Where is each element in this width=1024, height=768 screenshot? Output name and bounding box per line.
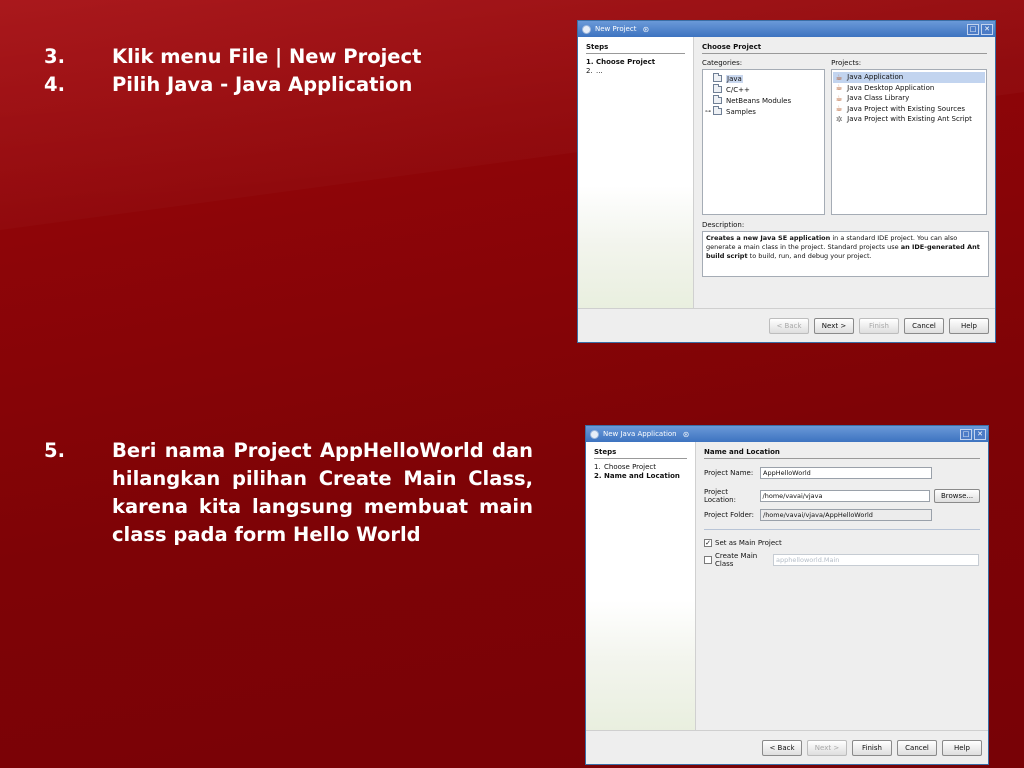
back-button[interactable]: < Back [762, 739, 802, 756]
projects-label: Projects: [831, 59, 862, 67]
project-item-java-desktop[interactable]: ☕ Java Desktop Application [833, 83, 985, 94]
expand-icon[interactable]: ⊶ [705, 108, 713, 115]
project-location-input[interactable]: /home/vavai/vjava [759, 490, 931, 502]
categories-label: Categories: [702, 59, 743, 67]
folder-icon [713, 106, 722, 115]
bullet-text: Klik menu File | New Project [112, 45, 422, 68]
browse-button[interactable]: Browse... [934, 489, 981, 503]
project-location-row: Project Location: /home/vavai/vjava Brow… [704, 488, 981, 504]
app-icon [582, 24, 591, 34]
create-main-class-checkbox[interactable] [704, 556, 712, 564]
project-name-row: Project Name: AppHelloWorld [704, 467, 980, 479]
dialog-footer: < Back Next > Finish Cancel Help [586, 730, 988, 764]
dialog-titlebar: New Project ⊛ □ ✕ [578, 21, 995, 37]
pin-icon[interactable]: ⊛ [642, 25, 649, 34]
step-item: 2. Name and Location [594, 472, 680, 480]
finish-button[interactable]: Finish [852, 739, 892, 756]
project-item-class-library[interactable]: ☕ Java Class Library [833, 93, 985, 104]
folder-icon [713, 84, 722, 93]
project-folder-label: Project Folder: [704, 511, 755, 519]
steps-panel: Steps 1. Choose Project 2. Name and Loca… [586, 442, 696, 730]
java-cup-icon: ☕ [835, 72, 843, 82]
java-cup-icon: ☕ [835, 104, 843, 114]
categories-tree[interactable]: Java C/C++ NetBeans Modules ⊶ Samples [702, 69, 826, 215]
help-button[interactable]: Help [942, 739, 982, 756]
create-main-class-row: Create Main Class apphelloworld.Main [704, 552, 980, 568]
cancel-button[interactable]: Cancel [897, 739, 937, 756]
panel-title: Name and Location [704, 448, 980, 459]
cancel-button[interactable]: Cancel [904, 317, 944, 334]
bullet-item-3: 3. Klik menu File | New Project [44, 43, 421, 71]
bullet-item-4: 4. Pilih Java - Java Application [44, 71, 421, 99]
dialog-title: New Project [595, 25, 637, 33]
project-item-existing-ant[interactable]: ✲ Java Project with Existing Ant Script [833, 114, 985, 125]
dialog-titlebar: New Java Application ⊛ □ ✕ [586, 426, 988, 442]
dialog-footer: < Back Next > Finish Cancel Help [578, 308, 995, 342]
project-folder-field: /home/vavai/vjava/AppHelloWorld [760, 509, 932, 521]
bullet-text: Beri nama Project AppHelloWorld dan hila… [112, 439, 533, 546]
steps-header: Steps [594, 448, 687, 459]
java-cup-icon: ☕ [835, 93, 843, 103]
gear-icon: ✲ [835, 114, 843, 124]
panel-title: Choose Project [702, 43, 987, 54]
dialog-title: New Java Application [603, 430, 677, 438]
project-name-label: Project Name: [704, 469, 754, 477]
tree-item-cpp[interactable]: C/C++ [705, 84, 822, 95]
project-item-existing-sources[interactable]: ☕ Java Project with Existing Sources [833, 104, 985, 115]
bullet-number: 4. [44, 73, 65, 96]
project-folder-row: Project Folder: /home/vavai/vjava/AppHel… [704, 509, 980, 521]
main-class-input: apphelloworld.Main [773, 554, 979, 566]
project-item-java-application[interactable]: ☕ Java Application [833, 72, 985, 83]
back-button[interactable]: < Back [769, 317, 809, 334]
next-button[interactable]: Next > [814, 317, 854, 334]
set-main-project-row: ✓ Set as Main Project [704, 539, 980, 547]
projects-list[interactable]: ☕ Java Application ☕ Java Desktop Applicat… [831, 69, 987, 215]
description-label: Description: [702, 221, 745, 229]
set-main-project-label: Set as Main Project [715, 539, 782, 547]
new-project-dialog: New Project ⊛ □ ✕ Steps 1. Choose Projec… [577, 20, 996, 343]
step-item: 1. Choose Project [586, 58, 656, 66]
finish-button[interactable]: Finish [859, 317, 899, 334]
maximize-button[interactable]: □ [960, 428, 972, 440]
close-button[interactable]: ✕ [974, 428, 986, 440]
create-main-class-label: Create Main Class [715, 552, 758, 568]
tree-item-samples[interactable]: ⊶ Samples [705, 106, 822, 117]
folder-icon [713, 95, 722, 104]
project-location-label: Project Location: [704, 488, 736, 504]
new-java-application-dialog: New Java Application ⊛ □ ✕ Steps 1. Choo… [585, 425, 989, 765]
tree-item-netbeans-modules[interactable]: NetBeans Modules [705, 95, 822, 106]
project-name-input[interactable]: AppHelloWorld [760, 467, 932, 479]
bullet-text: Pilih Java - Java Application [112, 73, 413, 96]
set-main-project-checkbox[interactable]: ✓ [704, 539, 712, 547]
help-button[interactable]: Help [949, 317, 989, 334]
java-cup-icon: ☕ [835, 83, 843, 93]
separator [704, 529, 980, 530]
pin-icon[interactable]: ⊛ [683, 430, 690, 439]
steps-panel: Steps 1. Choose Project 2. ... [578, 37, 694, 308]
name-location-panel: Name and Location Project Name: AppHello… [696, 442, 988, 730]
steps-header: Steps [586, 43, 685, 54]
bullet-number: 5. [44, 439, 65, 462]
step-item: 2. ... [586, 67, 603, 75]
tree-item-java[interactable]: Java [705, 73, 822, 84]
app-icon [590, 429, 599, 439]
choose-project-panel: Choose Project Categories: Java C/C++ Ne [694, 37, 995, 308]
maximize-button[interactable]: □ [967, 23, 979, 35]
bullet-item-5: 5. Beri nama Project AppHelloWorld dan h… [44, 437, 533, 549]
step-item: 1. Choose Project [594, 463, 657, 471]
description-box: Creates a new Java SE application in a s… [702, 231, 989, 277]
bullet-list: 3. Klik menu File | New Project 4. Pilih… [44, 43, 421, 99]
next-button[interactable]: Next > [807, 739, 847, 756]
folder-icon [713, 73, 722, 82]
close-button[interactable]: ✕ [981, 23, 993, 35]
bullet-number: 3. [44, 45, 65, 68]
